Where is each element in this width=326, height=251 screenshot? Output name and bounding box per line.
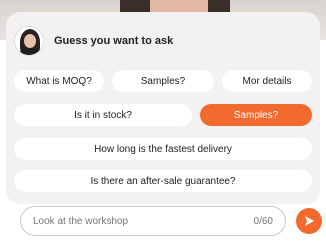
header-title: Guess you want to ask (54, 35, 174, 47)
message-composer: 0/60 (20, 206, 286, 236)
send-arrow-icon (305, 216, 314, 226)
send-button[interactable] (296, 208, 322, 234)
agent-avatar (14, 26, 44, 56)
message-input[interactable] (33, 215, 248, 227)
suggestion-chip-samples-active[interactable]: Samples? (200, 104, 312, 126)
suggestion-chip-moq[interactable]: What is MOQ? (14, 70, 104, 92)
suggestion-chip-fastest-delivery[interactable]: How long is the fastest delivery (14, 138, 312, 160)
suggestion-chip-samples[interactable]: Samples? (112, 70, 214, 92)
char-counter: 0/60 (253, 215, 273, 227)
suggestion-chip-after-sale[interactable]: Is there an after-sale guarantee? (14, 170, 312, 192)
suggestion-chip-more-details[interactable]: Mor details (222, 70, 312, 92)
suggestion-chip-in-stock[interactable]: Is it in stock? (14, 104, 192, 126)
suggestions-header: Guess you want to ask (14, 26, 173, 56)
